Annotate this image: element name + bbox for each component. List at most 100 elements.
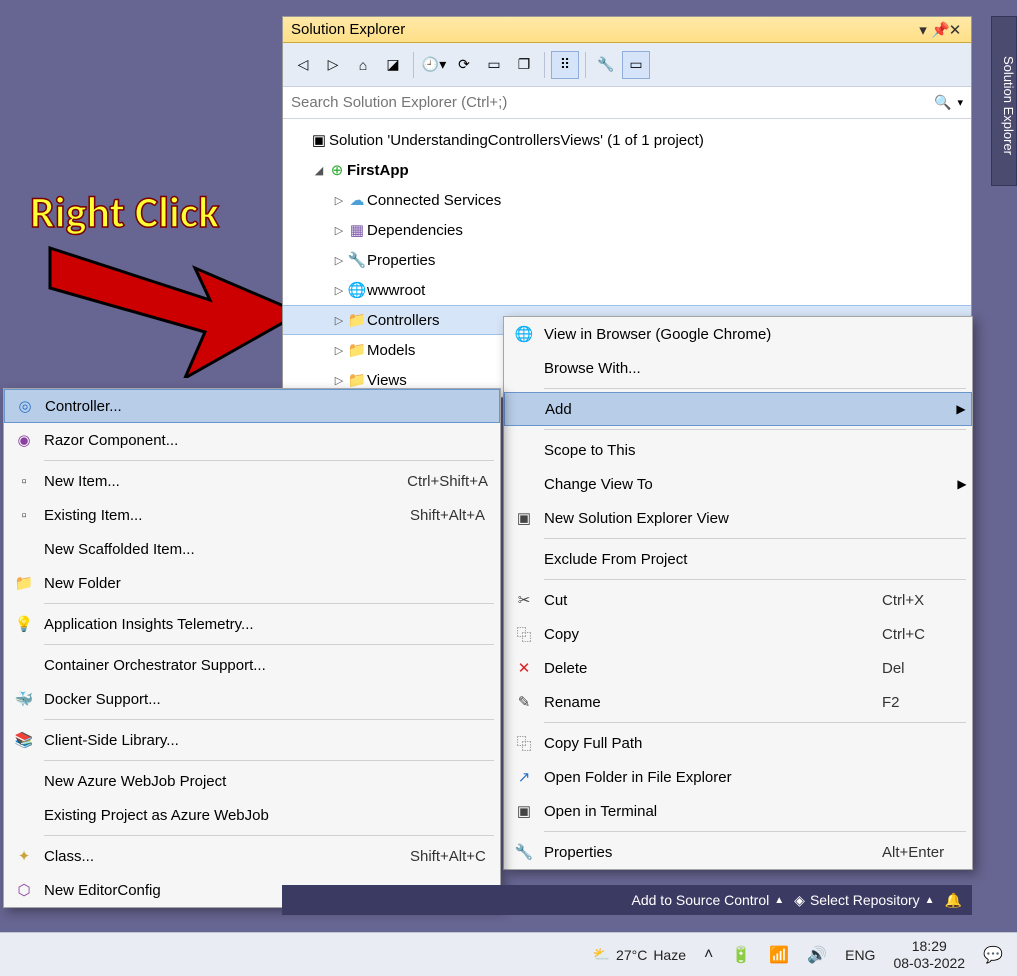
- menu-change-view-to[interactable]: Change View To▶: [504, 467, 972, 501]
- menu-open-terminal[interactable]: ▣Open in Terminal: [504, 794, 972, 828]
- menu-view-in-browser[interactable]: 🌐 View in Browser (Google Chrome): [504, 317, 972, 351]
- window-close-icon[interactable]: ✕: [947, 21, 963, 39]
- panel-titlebar: Solution Explorer ▾ 📌 ✕: [283, 17, 971, 43]
- folder-icon: 📁: [347, 341, 367, 359]
- search-box[interactable]: 🔍 ▾: [283, 87, 971, 119]
- window-pin-icon[interactable]: 📌: [931, 21, 947, 39]
- add-submenu: ◎Controller... ◉Razor Component... ▫New …: [3, 388, 501, 908]
- panel-toolbar: ◁ ▷ ⌂ ◪ 🕘▾ ⟳ ▭ ❐ ⠿ 🔧 ▭: [283, 43, 971, 87]
- submenu-razor-component[interactable]: ◉Razor Component...: [4, 423, 500, 457]
- menu-delete[interactable]: ✕DeleteDel: [504, 651, 972, 685]
- menu-copy-full-path[interactable]: ⿻Copy Full Path: [504, 726, 972, 760]
- taskbar-wifi-icon[interactable]: 📶: [769, 945, 789, 965]
- docker-icon: 🐳: [4, 690, 44, 708]
- submenu-app-insights[interactable]: 💡Application Insights Telemetry...: [4, 607, 500, 641]
- app-insights-icon: 💡: [4, 615, 44, 633]
- menu-divider: [544, 722, 966, 723]
- submenu-arrow-icon: ▶: [951, 402, 971, 416]
- menu-divider: [544, 429, 966, 430]
- solution-node[interactable]: ▣ Solution 'UnderstandingControllersView…: [283, 125, 971, 155]
- nav-back-icon[interactable]: ◁: [289, 51, 317, 79]
- switch-view-icon[interactable]: ◪: [379, 51, 407, 79]
- menu-divider: [544, 579, 966, 580]
- menu-divider: [44, 644, 494, 645]
- menu-divider: [44, 460, 494, 461]
- class-icon: ✦: [4, 847, 44, 865]
- properties-node[interactable]: ▷🔧 Properties: [283, 245, 971, 275]
- dependencies-icon: ▦: [347, 221, 367, 239]
- search-input[interactable]: [291, 94, 934, 111]
- rename-icon: ✎: [504, 693, 544, 711]
- menu-add[interactable]: Add ▶: [504, 392, 972, 426]
- taskbar-clock[interactable]: 18:29 08-03-2022: [893, 938, 965, 970]
- project-node[interactable]: ◢⊕ FirstApp: [283, 155, 971, 185]
- weather-icon: ⛅: [593, 946, 610, 963]
- submenu-new-webjob[interactable]: New Azure WebJob Project: [4, 764, 500, 798]
- menu-divider: [544, 388, 966, 389]
- menu-cut[interactable]: ✂CutCtrl+X: [504, 583, 972, 617]
- vs-statusbar: Add to Source Control▲ ◈ Select Reposito…: [282, 885, 972, 915]
- taskbar-volume-icon[interactable]: 🔊: [807, 945, 827, 965]
- editorconfig-icon: ⬡: [4, 881, 44, 899]
- submenu-existing-item[interactable]: ▫Existing Item...Shift+Alt+A: [4, 498, 500, 532]
- context-menu: 🌐 View in Browser (Google Chrome) Browse…: [503, 316, 973, 870]
- csharp-project-icon: ⊕: [327, 161, 347, 179]
- taskbar-battery-icon[interactable]: 🔋: [731, 945, 751, 965]
- menu-exclude[interactable]: Exclude From Project: [504, 542, 972, 576]
- show-all-files-icon[interactable]: ❐: [510, 51, 538, 79]
- menu-copy[interactable]: ⿻CopyCtrl+C: [504, 617, 972, 651]
- submenu-scaffolded-item[interactable]: New Scaffolded Item...: [4, 532, 500, 566]
- taskbar-notifications-icon[interactable]: 💬: [983, 945, 1003, 965]
- menu-divider: [544, 538, 966, 539]
- existing-item-icon: ▫: [4, 507, 44, 524]
- panel-title-text: Solution Explorer: [291, 21, 915, 38]
- repo-icon: ◈: [794, 892, 805, 909]
- taskbar-weather[interactable]: ⛅ 27°C Haze: [593, 946, 686, 963]
- sync-icon[interactable]: ⟳: [450, 51, 478, 79]
- solution-explorer-vertical-tab[interactable]: Solution Explorer: [991, 16, 1017, 186]
- search-dropdown-icon[interactable]: ▾: [957, 96, 963, 109]
- connected-services-node[interactable]: ▷☁ Connected Services: [283, 185, 971, 215]
- menu-divider: [44, 835, 494, 836]
- window-dropdown-icon[interactable]: ▾: [915, 21, 931, 39]
- submenu-class[interactable]: ✦Class...Shift+Alt+C: [4, 839, 500, 873]
- home-icon[interactable]: ⌂: [349, 51, 377, 79]
- wwwroot-node[interactable]: ▷🌐 wwwroot: [283, 275, 971, 305]
- status-select-repository[interactable]: ◈ Select Repository▲: [794, 892, 934, 909]
- menu-browse-with[interactable]: Browse With...: [504, 351, 972, 385]
- windows-taskbar: ⛅ 27°C Haze ˄ 🔋 📶 🔊 ENG 18:29 08-03-2022…: [0, 932, 1017, 976]
- folder-icon: 📁: [347, 371, 367, 389]
- nav-forward-icon[interactable]: ▷: [319, 51, 347, 79]
- submenu-new-folder[interactable]: 📁New Folder: [4, 566, 500, 600]
- submenu-container-support[interactable]: Container Orchestrator Support...: [4, 648, 500, 682]
- track-active-item-icon[interactable]: ⠿: [551, 51, 579, 79]
- properties-icon[interactable]: 🔧: [592, 51, 620, 79]
- menu-divider: [544, 831, 966, 832]
- menu-scope-to-this[interactable]: Scope to This: [504, 433, 972, 467]
- search-icon[interactable]: 🔍: [934, 94, 951, 111]
- menu-new-solution-view[interactable]: ▣New Solution Explorer View: [504, 501, 972, 535]
- collapse-all-icon[interactable]: ▭: [480, 51, 508, 79]
- wrench-icon: 🔧: [504, 843, 544, 861]
- cut-icon: ✂: [504, 591, 544, 609]
- menu-properties[interactable]: 🔧PropertiesAlt+Enter: [504, 835, 972, 869]
- taskbar-language[interactable]: ENG: [845, 947, 875, 963]
- library-icon: 📚: [4, 731, 44, 749]
- status-notifications-icon[interactable]: 🔔: [945, 892, 962, 909]
- submenu-docker-support[interactable]: 🐳Docker Support...: [4, 682, 500, 716]
- razor-icon: ◉: [4, 431, 44, 449]
- browser-icon: 🌐: [504, 325, 544, 343]
- menu-rename[interactable]: ✎RenameF2: [504, 685, 972, 719]
- preview-selected-items-icon[interactable]: ▭: [622, 51, 650, 79]
- dependencies-node[interactable]: ▷▦ Dependencies: [283, 215, 971, 245]
- submenu-new-item[interactable]: ▫New Item...Ctrl+Shift+A: [4, 464, 500, 498]
- menu-open-folder[interactable]: ↗Open Folder in File Explorer: [504, 760, 972, 794]
- submenu-existing-webjob[interactable]: Existing Project as Azure WebJob: [4, 798, 500, 832]
- copy-path-icon: ⿻: [504, 733, 544, 754]
- submenu-client-side-library[interactable]: 📚Client-Side Library...: [4, 723, 500, 757]
- annotation-arrow-icon: [40, 228, 300, 378]
- taskbar-chevron-up-icon[interactable]: ˄: [704, 946, 713, 964]
- pending-changes-filter-icon[interactable]: 🕘▾: [420, 51, 448, 79]
- status-add-source-control[interactable]: Add to Source Control▲: [632, 892, 785, 908]
- submenu-controller[interactable]: ◎Controller...: [4, 389, 500, 423]
